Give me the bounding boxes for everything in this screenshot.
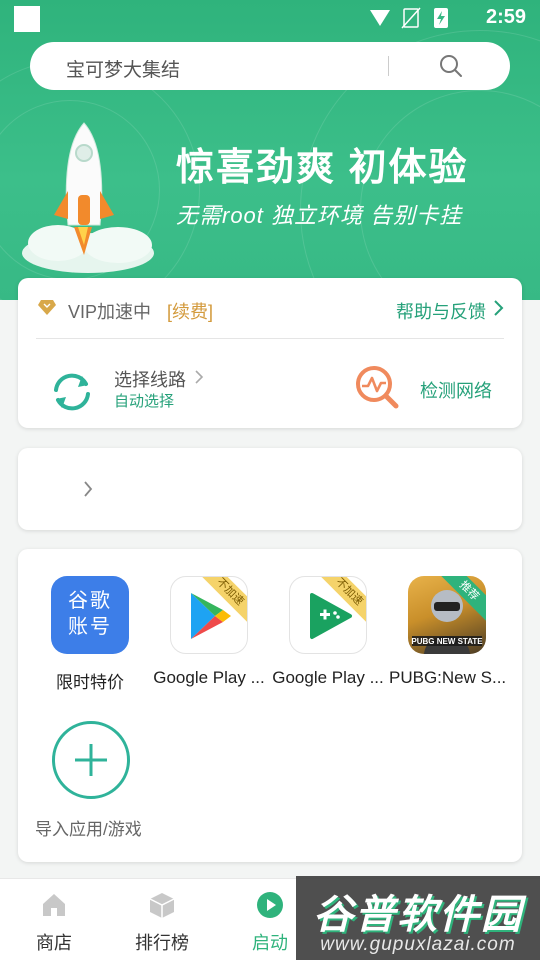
app-label: Google Play ... [272,668,384,687]
watermark: 谷普软件园 www.gupuxlazai.com [296,876,540,960]
home-icon [43,894,65,916]
search-icon[interactable] [438,53,464,79]
apps-card: 谷歌 账号 限时特价 不加速 Google Play ... 不加速 Googl… [18,549,522,862]
diamond-icon [38,300,56,315]
vip-status: VIP加速中 [68,302,152,322]
banner-title: 惊喜劲爽 初体验 [176,147,469,189]
empty-card[interactable] [18,448,522,530]
detect-network-button[interactable]: 检测网络 [420,377,492,403]
search-bar[interactable]: 宝可梦大集结 [30,42,510,90]
google-play-store-tile[interactable]: 不加速 [170,576,248,654]
plus-icon [75,744,107,776]
chevron-right-icon [494,300,504,316]
rocket-illustration [22,122,154,273]
chevron-right-icon [84,481,93,497]
search-placeholder: 宝可梦大集结 [66,60,181,81]
tab-store[interactable]: 商店 [0,879,108,960]
status-bar: 2:59 [0,0,540,36]
app-label: 限时特价 [56,673,124,692]
chevron-right-icon [195,370,204,384]
add-app-button[interactable] [52,721,130,799]
banner-subtitle: 无需root 独立环境 告别卡挂 [176,203,463,228]
network-check-icon[interactable] [354,364,400,410]
import-app-label: 导入应用/游戏 [35,820,142,839]
tile-text-line-2: 账号 [68,616,112,638]
tile-text-line-1: 谷歌 [68,590,112,612]
refresh-icon[interactable] [48,368,96,416]
search-divider [388,56,389,76]
pubg-tile[interactable]: PUBG NEW STATE 推荐 [408,576,486,654]
divider [36,338,504,339]
wifi-icon [370,10,390,26]
svg-text:PUBG NEW STATE: PUBG NEW STATE [411,637,483,646]
app-label: PUBG:New S... [389,668,505,687]
tab-ranking[interactable]: 排行榜 [108,879,216,960]
tab-label: 排行榜 [135,933,189,953]
acceleration-card: VIP加速中 [续费] 帮助与反馈 选择线路 自动选择 检测网络 [18,278,522,428]
status-time: 2:59 [485,6,526,28]
google-play-games-tile[interactable]: 不加速 [289,576,367,654]
watermark-url: www.gupuxlazai.com [320,934,516,955]
app-label: Google Play ... [153,668,265,687]
google-account-tile[interactable]: 谷歌 账号 [51,576,129,654]
route-value: 自动选择 [114,393,175,410]
notification-icon [14,6,40,32]
watermark-title: 谷普软件园 [313,893,523,937]
select-route-label[interactable]: 选择线路 [114,366,186,392]
tab-label: 商店 [36,933,72,953]
help-feedback-link[interactable]: 帮助与反馈 [396,298,486,324]
renew-link[interactable]: [续费] [167,298,213,324]
status-icons [370,7,448,29]
cube-icon [149,893,175,918]
play-icon [257,892,283,918]
